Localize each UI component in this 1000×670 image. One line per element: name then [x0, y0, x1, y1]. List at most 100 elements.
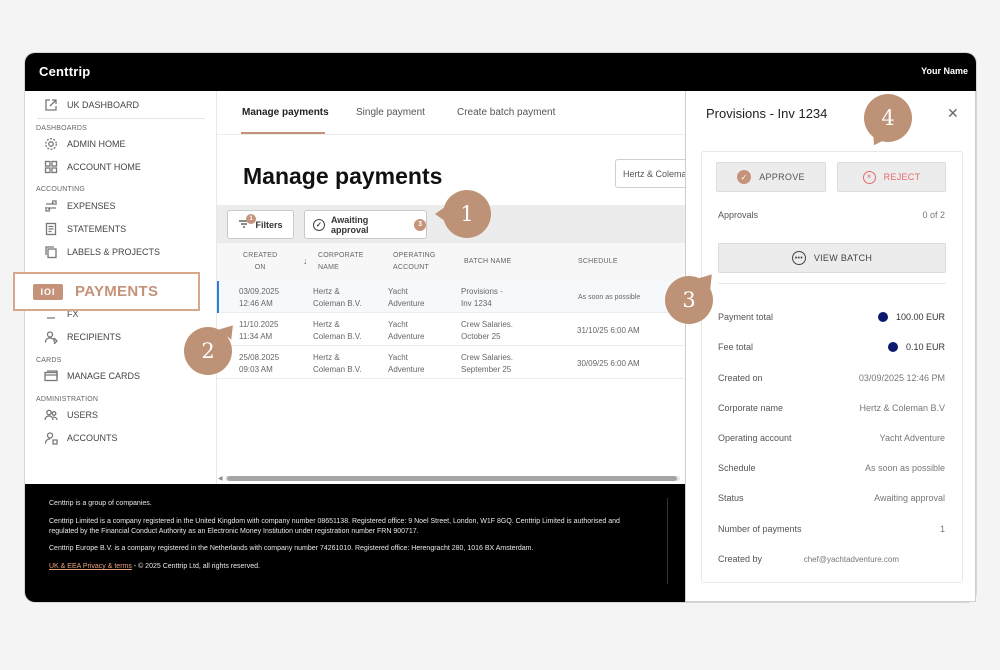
- table-row[interactable]: 03/09.2025 12:46 AM Hertz & Coleman B.V. Y…: [217, 281, 685, 313]
- cell-created-on: 25/08.2025 09:03 AM: [239, 353, 280, 374]
- awaiting-count-badge: 3: [414, 218, 426, 231]
- sidebar-item-recipients[interactable]: RECIPIENTS: [43, 328, 121, 346]
- cell-schedule: As soon as possible: [578, 294, 641, 301]
- tab-bar: Manage payments Single payment Create ba…: [217, 91, 685, 135]
- sidebar-item-payments-highlighted[interactable]: IOI PAYMENTS: [13, 272, 200, 311]
- awaiting-approval-button[interactable]: ✓ Awaiting approval 3: [304, 210, 427, 239]
- horizontal-scrollbar[interactable]: ◀: [217, 475, 685, 482]
- sort-arrow-down-icon[interactable]: ↓: [303, 255, 308, 267]
- sidebar-item-label: ACCOUNTS: [67, 433, 118, 443]
- tab-single-payment[interactable]: Single payment: [356, 107, 425, 118]
- reject-label: REJECT: [883, 172, 921, 182]
- detail-value-payment-total: 100.00 EUR: [877, 312, 945, 322]
- header-text: CREATED: [243, 252, 278, 259]
- sidebar-item-label: USERS: [67, 410, 99, 420]
- cell-operating-account: Yacht Adventure: [388, 287, 425, 308]
- sidebar-item-expenses[interactable]: EXPENSES: [43, 197, 116, 215]
- copyright-text: - © 2025 Centtrip Ltd, all rights reserv…: [131, 563, 260, 570]
- external-link-icon: [43, 97, 59, 113]
- filters-count-badge: 1: [246, 214, 256, 224]
- accounts-icon: [43, 430, 59, 446]
- sidebar-item-statements[interactable]: STATEMENTS: [43, 220, 126, 238]
- footer-text: Centtrip is a group of companies.: [49, 500, 152, 507]
- currency-eur-icon: [877, 312, 888, 322]
- main-content: Manage payments Single payment Create ba…: [217, 91, 695, 484]
- payment-detail-panel: Provisions - Inv 1234 ✕ ✓ APPROVE × REJE…: [685, 91, 976, 602]
- document-icon: [43, 221, 59, 237]
- reject-button[interactable]: × REJECT: [837, 162, 946, 192]
- footer-legal: UK & EEA Privacy & terms - © 2025 Centtr…: [49, 562, 649, 572]
- sidebar-item-labels-projects[interactable]: LABELS & PROJECTS: [43, 243, 160, 261]
- table-row[interactable]: 11/10.2025 11:34 AM Hertz & Coleman B.V. Y…: [217, 314, 685, 346]
- cell-created-on: 11/10.2025 11:34 AM: [239, 320, 279, 341]
- user-menu[interactable]: Your Name: [921, 66, 968, 76]
- header-text: ON: [254, 264, 266, 271]
- callout-marker-1: 1: [435, 190, 491, 238]
- scroll-thumb[interactable]: [227, 476, 677, 481]
- footer-text: Centtrip Europe B.V. is a company regist…: [49, 545, 534, 552]
- sidebar-item-manage-cards[interactable]: MANAGE CARDS: [43, 367, 140, 385]
- recipients-icon: [43, 329, 59, 345]
- sidebar-item-users[interactable]: USERS: [43, 406, 98, 424]
- approvals-value: 0 of 2: [922, 210, 945, 220]
- sidebar-item-accounts[interactable]: ACCOUNTS: [43, 429, 118, 447]
- header-text: ACCOUNT: [393, 264, 430, 271]
- header-text: OPERATING: [393, 252, 436, 259]
- grid-icon: [43, 159, 59, 175]
- detail-value-number-of-payments: 1: [939, 524, 945, 534]
- detail-value-status: Awaiting approval: [874, 493, 945, 503]
- sidebar-section-title: ACCOUNTING: [36, 186, 86, 193]
- sidebar-item-uk-dashboard[interactable]: UK DASHBOARD: [43, 96, 139, 114]
- approve-label: APPROVE: [759, 172, 805, 182]
- tab-manage-payments[interactable]: Manage payments: [242, 107, 329, 118]
- detail-value-schedule: As soon as possible: [864, 463, 945, 473]
- corporate-select[interactable]: Hertz & Coleman B.V: [615, 159, 695, 188]
- detail-label: Status: [718, 493, 744, 503]
- reject-x-icon: ×: [862, 170, 876, 184]
- sidebar-item-account-home[interactable]: ACCOUNT HOME: [43, 158, 141, 176]
- detail-label: Corporate name: [718, 403, 784, 413]
- brand-logo[interactable]: Centtrip: [39, 64, 90, 79]
- detail-value-created-on: 03/09/2025 12:46 PM: [858, 373, 945, 383]
- column-header-corporate-name: CORPORATE NAME: [318, 250, 364, 274]
- cell-batch-name: Provisions - Inv 1234: [461, 287, 503, 308]
- active-tab-indicator: [241, 132, 325, 134]
- approvals-label: Approvals: [718, 210, 759, 220]
- cell-schedule: 30/09/25 6:00 AM: [577, 359, 640, 368]
- close-icon[interactable]: ✕: [947, 105, 959, 122]
- filters-button[interactable]: 1 Filters: [227, 210, 294, 239]
- sidebar-item-label: UK DASHBOARD: [67, 100, 140, 110]
- sidebar-section-title: ADMINISTRATION: [36, 396, 99, 403]
- column-header-schedule: SCHEDULE: [578, 258, 618, 265]
- sidebar-item-label: MANAGE CARDS: [67, 371, 141, 381]
- sidebar-item-label: ADMIN HOME: [67, 139, 126, 149]
- sidebar-item-admin-home[interactable]: ADMIN HOME: [43, 135, 126, 153]
- footer-divider: [667, 498, 668, 584]
- sidebar-item-label: ACCOUNT HOME: [67, 162, 141, 172]
- cell-schedule: 31/10/25 6:00 AM: [577, 326, 640, 335]
- check-circle-icon: ✓: [313, 218, 325, 231]
- view-batch-label: VIEW BATCH: [813, 253, 873, 263]
- cell-corporate-name: Hertz & Coleman B.V.: [313, 287, 362, 308]
- header-text: CORPORATE: [318, 252, 364, 259]
- detail-label: Created by: [718, 554, 763, 564]
- tab-create-batch-payment[interactable]: Create batch payment: [457, 107, 555, 118]
- cell-created-on: 03/09.2025 12:46 AM: [239, 287, 280, 308]
- top-bar: Centtrip Your Name: [25, 53, 976, 91]
- sidebar-item-label: EXPENSES: [67, 201, 116, 211]
- cell-operating-account: Yacht Adventure: [388, 353, 425, 374]
- sidebar-section-title: CARDS: [36, 357, 62, 364]
- table-row[interactable]: 25/08.2025 09:03 AM Hertz & Coleman B.V. Y…: [217, 347, 685, 379]
- column-header-operating-account: OPERATING ACCOUNT: [393, 250, 436, 274]
- approve-button[interactable]: ✓ APPROVE: [716, 162, 826, 192]
- header-text: NAME: [318, 264, 340, 271]
- sidebar-section-title: DASHBOARDS: [36, 125, 88, 132]
- callout-marker-3: 3: [665, 276, 713, 324]
- sidebar-item-label: RECIPIENTS: [67, 332, 122, 342]
- detail-label: Operating account: [718, 433, 792, 443]
- column-header-created-on[interactable]: CREATED ON: [243, 250, 277, 274]
- scroll-left-icon[interactable]: ◀: [218, 475, 223, 482]
- privacy-terms-link[interactable]: UK & EEA Privacy & terms: [49, 563, 132, 570]
- view-batch-button[interactable]: ••• VIEW BATCH: [718, 243, 946, 273]
- sidebar-item-label: LABELS & PROJECTS: [67, 247, 161, 257]
